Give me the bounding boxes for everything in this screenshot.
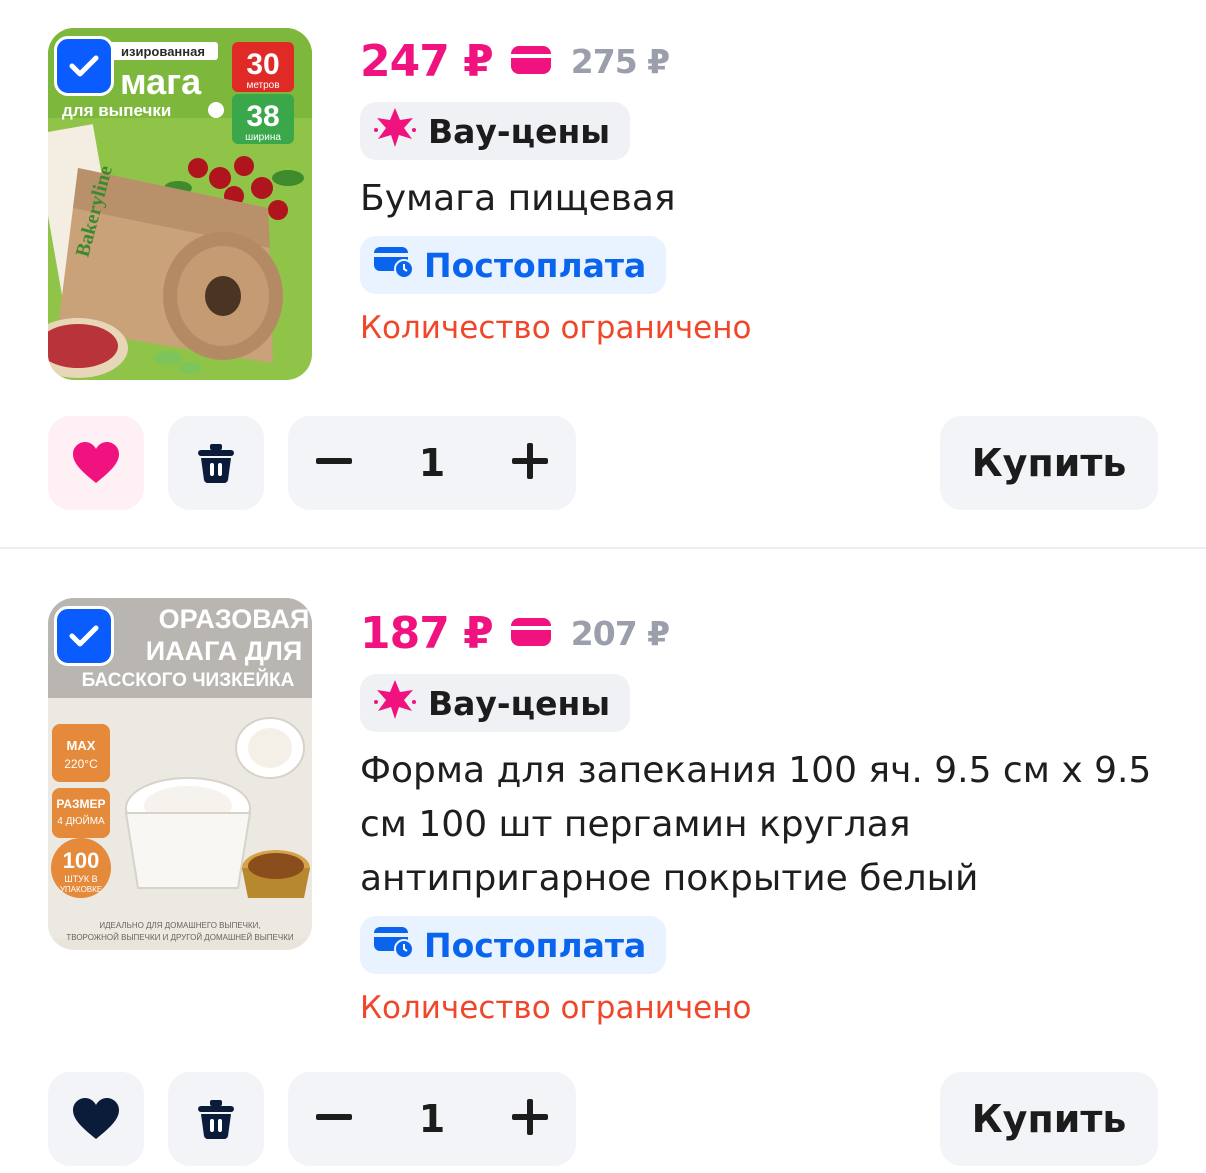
current-price: 187 ₽ [360, 607, 494, 659]
product-title[interactable]: Форма для запекания 100 яч. 9.5 см х 9.5… [360, 744, 1180, 906]
plus-icon [511, 443, 548, 479]
image-badge2-num: 38 [246, 100, 279, 133]
trash-icon [198, 1100, 234, 1139]
buy-button-label: Купить [971, 1097, 1127, 1141]
image-badge1-num: 30 [246, 48, 279, 81]
item-actions: 1 Купить [48, 416, 1158, 510]
wow-star-icon [372, 104, 418, 158]
buy-button[interactable]: Купить [940, 1072, 1158, 1166]
image-footer-line1: ИДЕАЛЬНО ДЛЯ ДОМАШНЕГО ВЫПЕЧКИ, [99, 921, 260, 930]
wow-price-label: Вау-цены [428, 683, 611, 723]
increase-quantity-button[interactable] [510, 441, 550, 485]
heart-icon [73, 442, 119, 483]
image-text-line2: мага [120, 61, 202, 102]
image-badge1-unit: метров [246, 80, 279, 91]
buy-button[interactable]: Купить [940, 416, 1158, 510]
image-count-label2: УПАКОВКЕ [60, 885, 102, 894]
product-title[interactable]: Бумага пищевая [360, 172, 1180, 226]
image-max-label: MAX [67, 738, 96, 753]
quantity-value[interactable]: 1 [419, 1097, 445, 1141]
product-image[interactable]: ОРАЗОВАЯ ИААГА ДЛЯ БАССКОГО ЧИЗКЕЙКА MAX… [48, 598, 312, 950]
postpay-card-clock-icon [372, 923, 414, 967]
wow-price-badge[interactable]: Вау-цены [360, 674, 631, 732]
postpay-card-clock-icon [372, 243, 414, 287]
image-badge2-unit: ширина [245, 132, 281, 143]
image-max-temp: 220°C [64, 757, 98, 771]
checkbox-checked-icon [69, 625, 99, 647]
product-info: 247 ₽ 275 ₽ Вау-цены Бумага пищевая Пост… [360, 30, 1180, 346]
select-checkbox[interactable] [54, 606, 114, 666]
decrease-quantity-button[interactable] [314, 441, 354, 485]
old-price: 207 ₽ [570, 613, 670, 653]
product-info: 187 ₽ 207 ₽ Вау-цены Форма для запекания… [360, 602, 1180, 1026]
old-price: 275 ₽ [570, 41, 670, 81]
minus-icon [316, 1114, 352, 1120]
postpay-badge[interactable]: Постоплата [360, 236, 667, 294]
image-text-line1: ОРАЗОВАЯ [159, 604, 310, 634]
trash-icon [198, 444, 234, 483]
image-text-line3: БАССКОГО ЧИЗКЕЙКА [82, 669, 295, 691]
increase-quantity-button[interactable] [510, 1097, 550, 1141]
product-image[interactable]: изированная мага для выпечки 30 метров 3… [48, 28, 312, 380]
wallet-card-icon [509, 42, 553, 80]
decrease-quantity-button[interactable] [314, 1097, 354, 1141]
quantity-stepper: 1 [288, 1072, 576, 1166]
image-text-line2: ИААГА ДЛЯ [146, 636, 303, 666]
current-price: 247 ₽ [360, 35, 494, 87]
quantity-value[interactable]: 1 [419, 441, 445, 485]
delete-button[interactable] [168, 416, 264, 510]
favorite-button[interactable] [48, 1072, 144, 1166]
divider [0, 547, 1206, 549]
image-size-label: РАЗМЕР [56, 797, 105, 811]
postpay-badge[interactable]: Постоплата [360, 916, 667, 974]
cart-item: изированная мага для выпечки 30 метров 3… [0, 0, 1206, 548]
image-count-num: 100 [63, 848, 100, 873]
quantity-stepper: 1 [288, 416, 576, 510]
favorite-button[interactable] [48, 416, 144, 510]
wow-price-label: Вау-цены [428, 111, 611, 151]
heart-icon [73, 1098, 119, 1139]
stock-limited-note: Количество ограничено [360, 310, 752, 346]
image-text-line3: для выпечки [62, 101, 171, 120]
delete-button[interactable] [168, 1072, 264, 1166]
price-row: 187 ₽ 207 ₽ [360, 602, 1180, 664]
cart-item: ОРАЗОВАЯ ИААГА ДЛЯ БАССКОГО ЧИЗКЕЙКА MAX… [0, 550, 1206, 1173]
image-text-line1: изированная [121, 44, 205, 59]
plus-icon [511, 1099, 548, 1135]
wow-price-badge[interactable]: Вау-цены [360, 102, 631, 160]
wow-star-icon [372, 676, 418, 730]
postpay-label: Постоплата [424, 245, 647, 285]
price-row: 247 ₽ 275 ₽ [360, 30, 1180, 92]
stock-limited-note: Количество ограничено [360, 990, 752, 1026]
postpay-label: Постоплата [424, 925, 647, 965]
buy-button-label: Купить [971, 441, 1127, 485]
item-actions: 1 Купить [48, 1072, 1158, 1166]
image-size-value: 4 ДЮЙМА [57, 814, 105, 827]
image-footer-line2: ТВОРОЖНОЙ ВЫПЕЧКИ И ДРУГОЙ ДОМАШНЕЙ ВЫПЕ… [66, 933, 293, 942]
wallet-card-icon [509, 614, 553, 652]
checkbox-checked-icon [69, 55, 99, 77]
minus-icon [316, 458, 352, 464]
select-checkbox[interactable] [54, 36, 114, 96]
image-count-label1: ШТУК В [64, 874, 97, 884]
